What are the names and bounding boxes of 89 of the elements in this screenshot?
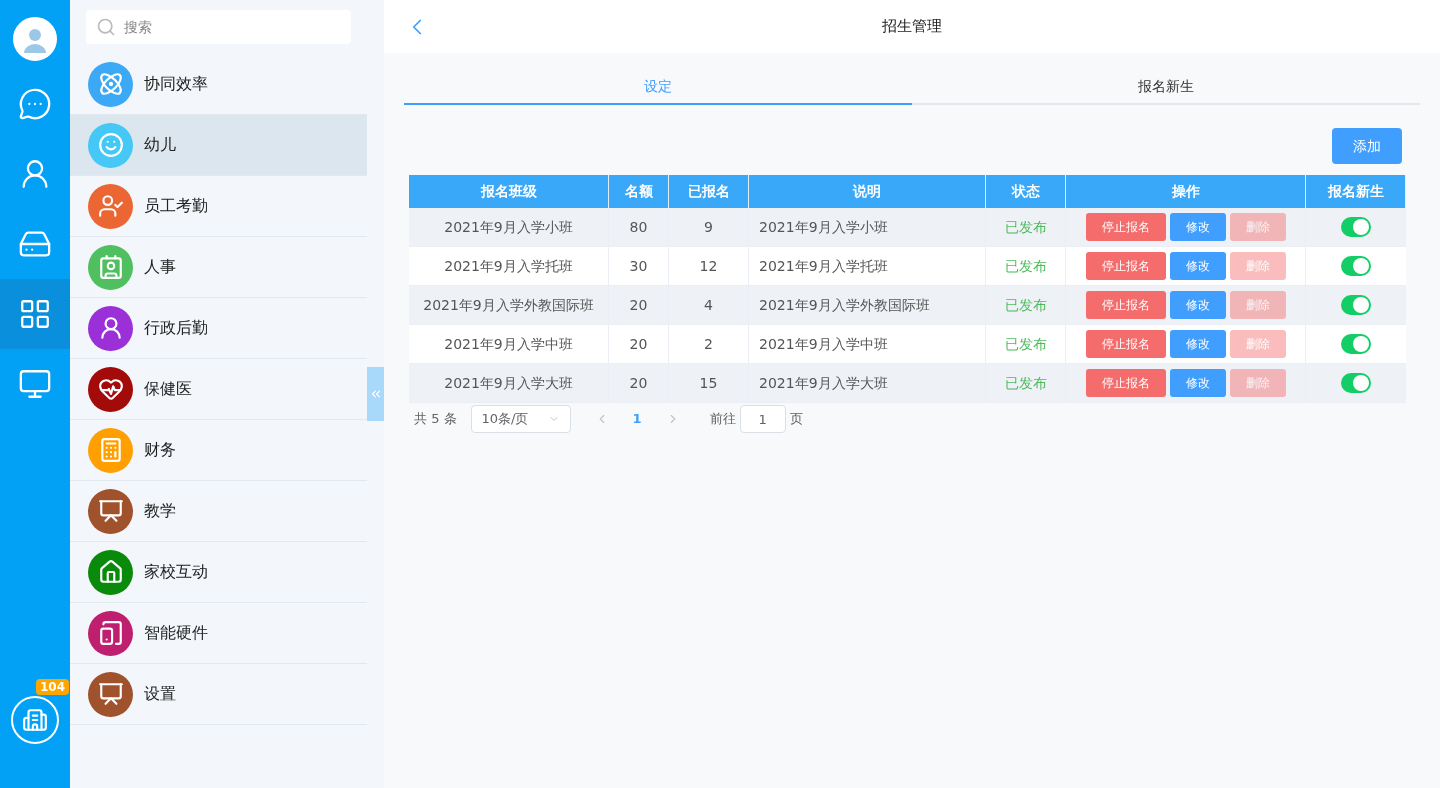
search-icon bbox=[96, 17, 116, 37]
grid-icon bbox=[18, 297, 52, 331]
module-item[interactable]: 财务 bbox=[70, 420, 367, 481]
page-title: 招生管理 bbox=[882, 16, 942, 38]
module-item[interactable]: 保健医 bbox=[70, 359, 367, 420]
edit-button[interactable]: 修改 bbox=[1169, 330, 1226, 358]
edit-button[interactable]: 修改 bbox=[1169, 369, 1226, 397]
module-label: 家校互动 bbox=[144, 561, 208, 583]
module-label: 保健医 bbox=[144, 378, 192, 400]
tab[interactable]: 报名新生 bbox=[912, 69, 1420, 105]
module-item[interactable]: 设置 bbox=[70, 664, 367, 725]
stop-button[interactable]: 停止报名 bbox=[1085, 252, 1166, 280]
module-item[interactable]: 幼儿 bbox=[70, 115, 367, 176]
toggle-switch[interactable] bbox=[1341, 256, 1371, 276]
goto-label: 前往 bbox=[709, 410, 736, 429]
stop-button[interactable]: 停止报名 bbox=[1085, 369, 1166, 397]
module-label: 幼儿 bbox=[144, 134, 176, 156]
module-label: 协同效率 bbox=[144, 73, 208, 95]
stop-button[interactable]: 停止报名 bbox=[1085, 330, 1166, 358]
add-button[interactable]: 添加 bbox=[1332, 128, 1402, 164]
module-item[interactable]: 行政后勤 bbox=[70, 298, 367, 359]
table-cell: 2 bbox=[669, 325, 749, 363]
chat-icon bbox=[18, 87, 52, 121]
stop-button[interactable]: 停止报名 bbox=[1085, 213, 1166, 241]
toggle-switch[interactable] bbox=[1341, 295, 1371, 315]
heart-icon bbox=[97, 376, 124, 402]
toggle-switch[interactable] bbox=[1341, 334, 1371, 354]
atom-icon bbox=[97, 71, 124, 97]
person-check-icon bbox=[97, 193, 124, 219]
table-cell: 2021年9月入学中班 bbox=[409, 325, 609, 363]
table-cell: 20 bbox=[609, 364, 669, 402]
toggle-switch[interactable] bbox=[1341, 373, 1371, 393]
table-cell: 9 bbox=[669, 208, 749, 246]
table-cell: 2021年9月入学外教国际班 bbox=[749, 286, 986, 324]
avatar[interactable] bbox=[13, 17, 57, 61]
page-size-select[interactable]: 10条/页 bbox=[470, 405, 571, 433]
page-number[interactable]: 1 bbox=[632, 409, 642, 429]
module-label: 行政后勤 bbox=[144, 317, 208, 339]
module-item[interactable]: 家校互动 bbox=[70, 542, 367, 603]
stop-button[interactable]: 停止报名 bbox=[1085, 291, 1166, 319]
badge: 104 bbox=[35, 679, 69, 695]
edit-button[interactable]: 修改 bbox=[1169, 213, 1226, 241]
table-cell: 2021年9月入学外教国际班 bbox=[409, 286, 609, 324]
page-input[interactable]: 1 bbox=[739, 405, 786, 433]
table-cell: 20 bbox=[609, 286, 669, 324]
status-text: 已发布 bbox=[986, 286, 1066, 324]
module-label: 智能硬件 bbox=[144, 622, 208, 644]
search-input[interactable]: 搜索 bbox=[124, 16, 341, 38]
smiley-icon bbox=[97, 132, 124, 158]
table-cell: 30 bbox=[609, 247, 669, 285]
edit-button[interactable]: 修改 bbox=[1169, 252, 1226, 280]
table-cell: 2021年9月入学小班 bbox=[409, 208, 609, 246]
building-icon bbox=[22, 707, 48, 733]
collapse-handle[interactable] bbox=[367, 367, 384, 421]
table-cell: 15 bbox=[669, 364, 749, 402]
table-cell: 2021年9月入学托班 bbox=[749, 247, 986, 285]
module-label: 财务 bbox=[144, 439, 176, 461]
table-cell: 4 bbox=[669, 286, 749, 324]
status-text: 已发布 bbox=[986, 325, 1066, 363]
table-cell: 12 bbox=[669, 247, 749, 285]
monitor-icon bbox=[18, 367, 52, 401]
module-label: 教学 bbox=[144, 500, 176, 522]
search-field[interactable]: 搜索 bbox=[86, 10, 351, 44]
table-cell: 2021年9月入学大班 bbox=[409, 364, 609, 402]
table-cell: 2021年9月入学大班 bbox=[749, 364, 986, 402]
table-cell: 2021年9月入学托班 bbox=[409, 247, 609, 285]
module-item[interactable]: 员工考勤 bbox=[70, 176, 367, 237]
total-count: 共 5 条 bbox=[414, 410, 457, 429]
table-cell: 80 bbox=[609, 208, 669, 246]
table-cell: 2021年9月入学小班 bbox=[749, 208, 986, 246]
table-cell: 20 bbox=[609, 325, 669, 363]
module-label: 设置 bbox=[144, 683, 176, 705]
goto-suffix: 页 bbox=[789, 410, 803, 429]
status-text: 已发布 bbox=[986, 208, 1066, 246]
table-cell: 2021年9月入学中班 bbox=[749, 325, 986, 363]
edit-button[interactable]: 修改 bbox=[1169, 291, 1226, 319]
module-item[interactable]: 人事 bbox=[70, 237, 367, 298]
tab[interactable]: 设定 bbox=[404, 69, 912, 105]
building-button[interactable] bbox=[11, 696, 59, 744]
status-text: 已发布 bbox=[986, 247, 1066, 285]
tablet-icon bbox=[97, 620, 124, 646]
module-label: 人事 bbox=[144, 256, 176, 278]
status-text: 已发布 bbox=[986, 364, 1066, 402]
module-label: 员工考勤 bbox=[144, 195, 208, 217]
module-item[interactable]: 智能硬件 bbox=[70, 603, 367, 664]
module-item[interactable]: 教学 bbox=[70, 481, 367, 542]
toggle-switch[interactable] bbox=[1341, 217, 1371, 237]
house-icon bbox=[97, 559, 124, 585]
rail-item[interactable] bbox=[0, 279, 70, 349]
